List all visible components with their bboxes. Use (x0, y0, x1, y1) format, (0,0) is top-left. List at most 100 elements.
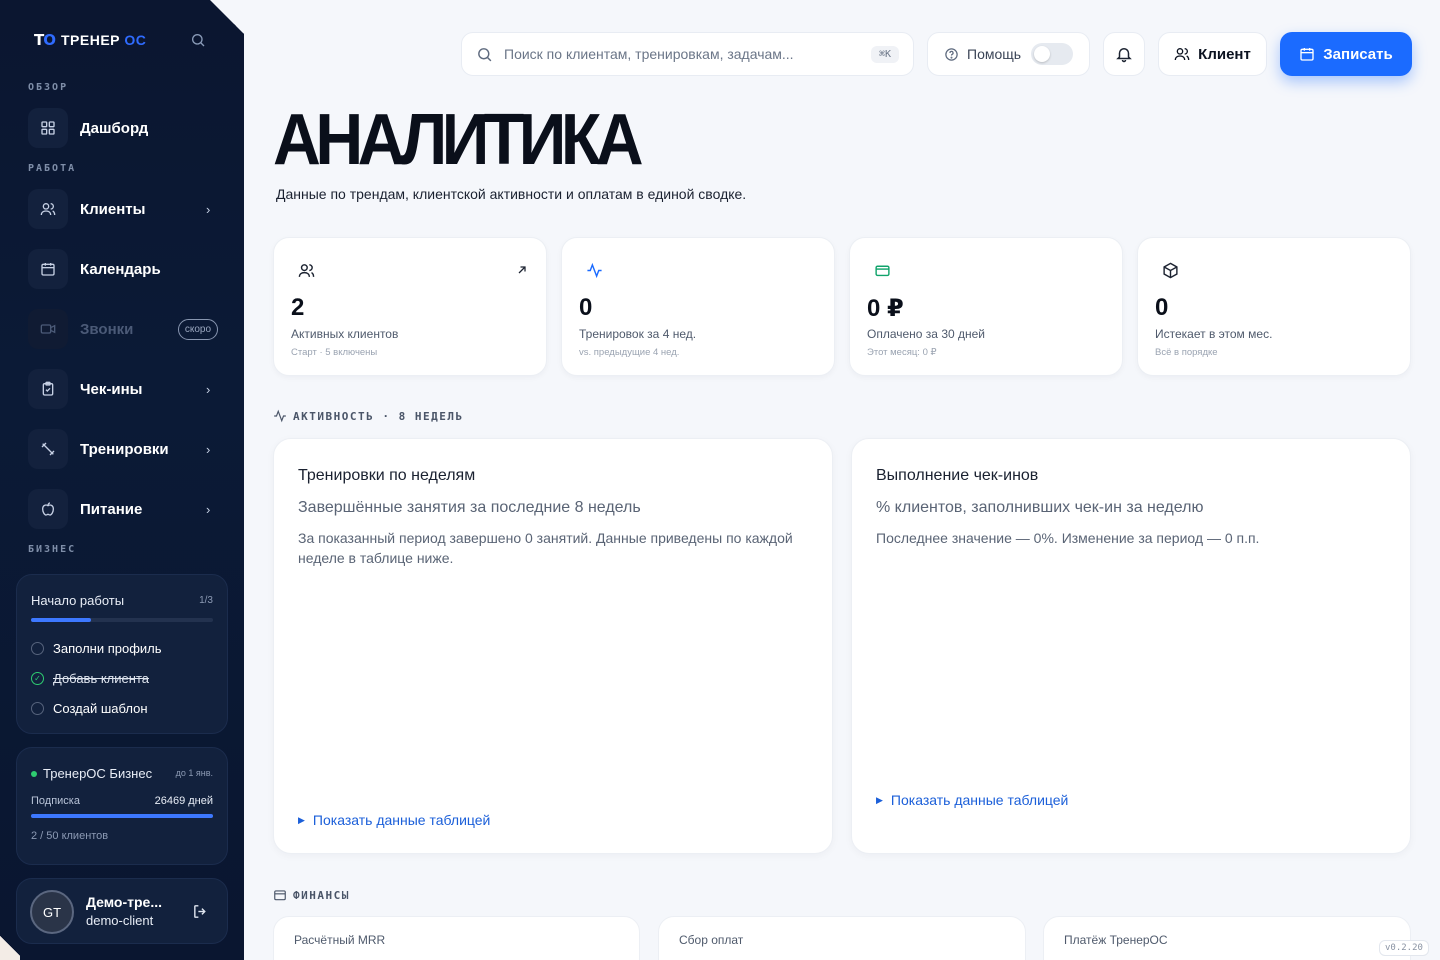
help-toggle[interactable] (1031, 43, 1073, 65)
avatar[interactable]: GT (30, 890, 74, 934)
chart-card-checkin-completion: Выполнение чек-инов % клиентов, заполнив… (851, 438, 1411, 854)
show-table-toggle[interactable]: ▶ Показать данные таблицей (298, 812, 490, 828)
chevron-right-icon: › (206, 381, 211, 397)
book-session-button[interactable]: Записать (1280, 32, 1412, 76)
finance-card-collection: Сбор оплат (658, 916, 1026, 960)
onboarding-progress (31, 618, 213, 622)
onboarding-task[interactable]: ✓ Добавь клиента (31, 671, 149, 686)
sidebar-item-label: Питание (80, 500, 143, 518)
chevron-right-icon: › (206, 441, 211, 457)
chart-description: Последнее значение — 0%. Изменение за пе… (876, 530, 1260, 546)
onboarding-progress-fill (31, 618, 92, 622)
checkbox-icon (31, 702, 44, 715)
section-label-work: РАБОТА (28, 163, 77, 174)
search-icon[interactable] (190, 32, 206, 48)
kpi-label: Истекает в этом мес. (1155, 327, 1273, 341)
section-heading-activity: АКТИВНОСТЬ · 8 НЕДЕЛЬ (273, 409, 464, 423)
logo-text: ТРЕНЕР ОС (61, 32, 147, 48)
subscription-progress-fill (31, 814, 213, 818)
onboarding-task[interactable]: Создай шаблон (31, 701, 148, 716)
sidebar-item-label: Звонки (80, 320, 134, 338)
sidebar-item-calls[interactable]: Звонки скоро (28, 309, 218, 349)
notifications-button[interactable] (1103, 32, 1145, 76)
triangle-right-icon: ▶ (298, 814, 305, 825)
sidebar-item-label: Чек-ины (80, 380, 143, 398)
clipboard-check-icon (28, 369, 68, 409)
section-label-business: БИЗНЕС (28, 544, 77, 555)
plan-title: ТренерОС Бизнес (31, 766, 152, 781)
credit-card-icon (875, 265, 890, 277)
onboarding-card: Начало работы 1/3 Заполни профиль ✓ Доба… (16, 574, 228, 734)
toggle-label: Показать данные таблицей (312, 812, 491, 828)
onboarding-task-label: Создай шаблон (53, 701, 148, 716)
page-subtitle: Данные по трендам, клиентской активности… (276, 186, 747, 202)
sidebar: TO ТРЕНЕР ОС ОБЗОР Дашборд РАБОТА Клиент… (0, 0, 244, 960)
version-badge: v0.2.20 (1379, 940, 1429, 956)
subscription-value: 26469 дней (154, 795, 213, 807)
kpi-value: 0 (579, 294, 593, 321)
dashboard-icon (28, 108, 68, 148)
sidebar-item-clients[interactable]: Клиенты › (28, 189, 218, 229)
package-icon (1163, 262, 1178, 279)
arrow-up-right-icon[interactable] (516, 264, 528, 276)
search-bar[interactable]: ⌘K (461, 32, 914, 76)
finance-card-platform-fee: Платёж ТренерОС (1043, 916, 1411, 960)
sidebar-item-workouts[interactable]: Тренировки › (28, 429, 218, 469)
kpi-label: Тренировок за 4 нед. (579, 327, 697, 341)
onboarding-title: Начало работы (31, 593, 125, 608)
subscription-label: Подписка (31, 795, 80, 807)
kpi-label: Оплачено за 30 дней (867, 327, 986, 341)
primary-button-label: Записать (1323, 45, 1393, 63)
logo[interactable]: TO ТРЕНЕР ОС (34, 31, 146, 49)
add-client-button[interactable]: Клиент (1158, 32, 1267, 76)
onboarding-task[interactable]: Заполни профиль (31, 641, 162, 656)
triangle-right-icon: ▶ (876, 794, 883, 805)
kpi-value: 0 (1155, 294, 1169, 321)
help-label: Помощь (967, 46, 1022, 62)
video-icon (28, 309, 68, 349)
wallet-icon (274, 890, 286, 901)
user-card[interactable]: GT Демо-тре... demo-client (16, 878, 228, 944)
finance-card-mrr: Расчётный MRR (273, 916, 640, 960)
kpi-label: Активных клиентов (291, 327, 399, 341)
client-button-label: Клиент (1198, 45, 1251, 63)
kpi-sub: Старт · 5 включены (291, 347, 378, 358)
plan-until: до 1 янв. (175, 768, 213, 778)
chevron-right-icon: › (206, 501, 211, 517)
section-heading-finance: ФИНАНСЫ (273, 888, 350, 902)
toggle-label: Показать данные таблицей (890, 792, 1069, 808)
kpi-card-workouts: 0 Тренировок за 4 нед. vs. предыдущие 4 … (561, 237, 835, 376)
logout-icon[interactable] (192, 903, 209, 920)
subscription-progress (31, 814, 213, 818)
chart-title: Выполнение чек-инов (876, 467, 1039, 484)
chart-description: За показанный период завершено 0 занятий… (298, 530, 793, 566)
sidebar-item-label: Дашборд (80, 119, 149, 137)
show-table-toggle[interactable]: ▶ Показать данные таблицей (876, 792, 1068, 808)
help-circle-icon (945, 47, 958, 61)
onboarding-task-label: Заполни профиль (53, 641, 162, 656)
user-plus-icon (1174, 48, 1190, 61)
plan-card[interactable]: ТренерОС Бизнес до 1 янв. Подписка 26469… (16, 747, 228, 865)
sidebar-item-label: Клиенты (80, 200, 146, 218)
sidebar-item-checkins[interactable]: Чек-ины › (28, 369, 218, 409)
kpi-card-active-clients[interactable]: 2 Активных клиентов Старт · 5 включены (273, 237, 547, 376)
activity-icon (274, 409, 286, 423)
sidebar-item-dashboard[interactable]: Дашборд (28, 108, 218, 148)
chart-subtitle: Завершённые занятия за последние 8 недел… (298, 499, 641, 516)
shortcut-hint: ⌘K (870, 45, 899, 63)
help-button[interactable]: Помощь (927, 32, 1090, 76)
sidebar-item-nutrition[interactable]: Питание › (28, 489, 218, 529)
users-icon (28, 189, 68, 229)
sidebar-item-calendar[interactable]: Календарь (28, 249, 218, 289)
logo-mark: TO (34, 31, 56, 49)
check-circle-icon: ✓ (31, 672, 44, 685)
kpi-sub: Всё в порядке (1155, 347, 1218, 358)
kpi-value: 0 ₽ (867, 295, 904, 322)
soon-badge: скоро (177, 318, 218, 340)
activity-icon (587, 262, 602, 279)
search-icon (478, 47, 492, 61)
chart-subtitle: % клиентов, заполнивших чек-ин за неделю (876, 499, 1204, 516)
kpi-value: 2 (291, 294, 305, 321)
users-icon (298, 264, 315, 277)
search-input[interactable] (504, 46, 871, 62)
